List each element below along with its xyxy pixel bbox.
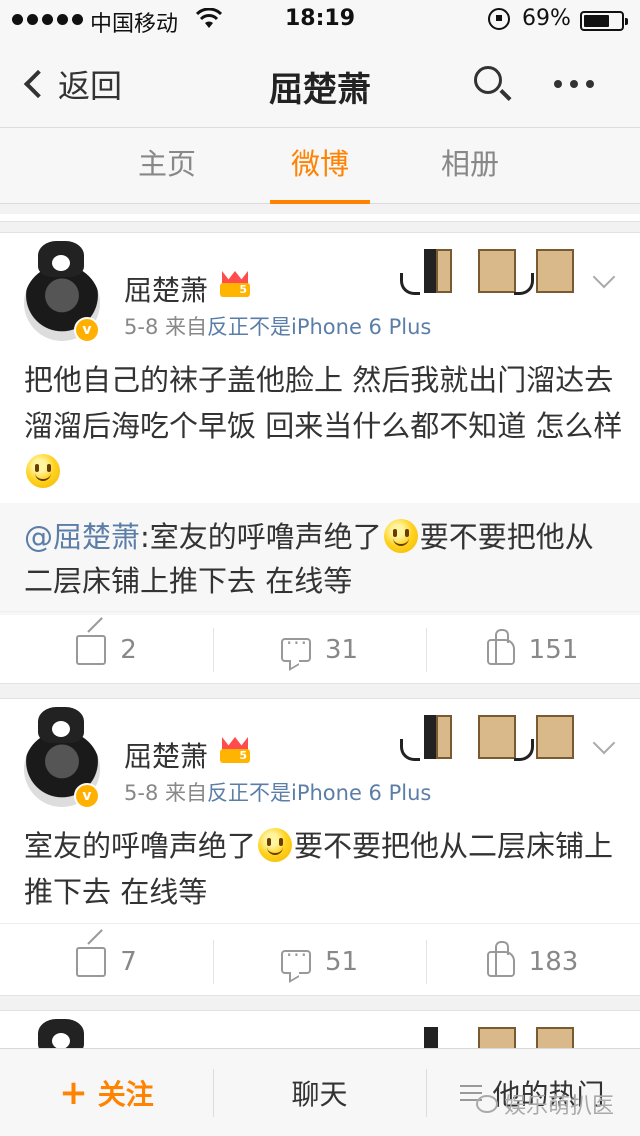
comment-icon bbox=[280, 943, 311, 974]
post-date: 5-8 bbox=[124, 781, 159, 805]
husky-sticker-icon bbox=[38, 241, 84, 277]
share-icon bbox=[76, 635, 107, 665]
member-crown-icon: 5 bbox=[220, 269, 250, 297]
post-text: 把他自己的袜子盖他脸上 然后我就出门溜达去 溜溜后海吃个早饭 回来当什么都不知道… bbox=[24, 357, 624, 495]
tab-weibo[interactable]: 微博 bbox=[270, 128, 370, 204]
post-text: 室友的呼噜声绝了 要不要把他从二层床铺上推下去 在线等 bbox=[24, 828, 614, 909]
plus-icon: + bbox=[59, 1073, 88, 1113]
post-source-prefix: 来自 bbox=[165, 315, 207, 339]
share-icon bbox=[76, 947, 107, 977]
mention-link[interactable]: @屈楚萧 bbox=[24, 520, 140, 554]
chevron-down-icon[interactable] bbox=[592, 731, 616, 755]
page-title: 屈楚萧 bbox=[269, 70, 371, 110]
card-decoration-boxes-icon bbox=[396, 245, 592, 301]
like-count: 183 bbox=[528, 947, 579, 977]
more-button[interactable] bbox=[554, 80, 594, 88]
post-actions: 2 31 151 bbox=[0, 611, 640, 687]
navigation-bar: 返回 屈楚萧 bbox=[0, 40, 640, 128]
like-button[interactable]: 151 bbox=[426, 612, 639, 688]
battery-icon bbox=[580, 11, 628, 31]
battery-percentage: 69% bbox=[522, 6, 571, 31]
husky-sticker-icon bbox=[38, 707, 84, 743]
like-button[interactable]: 183 bbox=[426, 924, 639, 1000]
smile-emoji-icon bbox=[383, 519, 418, 553]
watermark: 娱乐萌扒医 bbox=[476, 1088, 614, 1120]
smile-emoji-icon bbox=[26, 454, 60, 488]
thumbs-up-icon bbox=[486, 941, 515, 977]
repost-count: 2 bbox=[120, 635, 137, 665]
post-meta: 5-8 来自反正不是iPhone 6 Plus bbox=[124, 311, 431, 341]
search-icon bbox=[474, 66, 502, 94]
wechat-logo-icon bbox=[476, 1095, 498, 1113]
verified-badge-icon: v bbox=[74, 783, 100, 809]
repost-button[interactable]: 7 bbox=[0, 924, 213, 1000]
more-dots-icon bbox=[554, 80, 562, 88]
repost-button[interactable]: 2 bbox=[0, 612, 213, 688]
comment-count: 51 bbox=[324, 947, 359, 977]
comment-button[interactable]: 51 bbox=[213, 924, 426, 1000]
post-meta: 5-8 来自反正不是iPhone 6 Plus bbox=[124, 777, 431, 807]
tab-album[interactable]: 相册 bbox=[420, 128, 520, 204]
smile-emoji-icon bbox=[258, 828, 293, 862]
chevron-down-icon[interactable] bbox=[592, 265, 616, 289]
weibo-post[interactable]: v 屈楚萧 5 5-8 来自反正不是iPhone 6 Plus 把他自己的袜子盖… bbox=[0, 232, 640, 684]
profile-tabs: 主页 微博 相册 bbox=[0, 128, 640, 204]
post-source[interactable]: 反正不是iPhone 6 Plus bbox=[207, 315, 431, 339]
repost-count: 7 bbox=[120, 947, 137, 977]
post-username[interactable]: 屈楚萧 bbox=[124, 269, 208, 309]
comment-icon bbox=[280, 631, 311, 662]
thumbs-up-icon bbox=[486, 629, 515, 665]
post-source-prefix: 来自 bbox=[165, 781, 207, 805]
card-decoration-boxes-icon bbox=[396, 711, 592, 767]
verified-badge-icon: v bbox=[74, 317, 100, 343]
status-bar: 中国移动 18:19 69% bbox=[0, 0, 640, 40]
tab-home[interactable]: 主页 bbox=[117, 128, 217, 204]
follow-button[interactable]: + 关注 bbox=[0, 1049, 213, 1136]
post-source[interactable]: 反正不是iPhone 6 Plus bbox=[207, 781, 431, 805]
post-actions: 7 51 183 bbox=[0, 923, 640, 999]
rotation-lock-icon bbox=[488, 8, 510, 30]
weibo-post[interactable]: v 屈楚萧 5 5-8 来自反正不是iPhone 6 Plus 室友的呼噜声绝了… bbox=[0, 698, 640, 996]
battery-fill bbox=[584, 15, 609, 27]
member-crown-icon: 5 bbox=[220, 735, 250, 763]
comment-button[interactable]: 31 bbox=[213, 612, 426, 688]
post-date: 5-8 bbox=[124, 315, 159, 339]
feed-spacer bbox=[0, 214, 640, 222]
search-button[interactable] bbox=[472, 64, 512, 104]
chat-button[interactable]: 聊天 bbox=[213, 1049, 426, 1136]
like-count: 151 bbox=[528, 635, 579, 665]
repost-block[interactable]: @屈楚萧:室友的呼噜声绝了 要不要把他从二层床铺上推下去 在线等 bbox=[0, 503, 640, 615]
post-username[interactable]: 屈楚萧 bbox=[124, 735, 208, 775]
comment-count: 31 bbox=[324, 635, 359, 665]
repost-text: @屈楚萧:室友的呼噜声绝了 要不要把他从二层床铺上推下去 在线等 bbox=[24, 519, 594, 598]
